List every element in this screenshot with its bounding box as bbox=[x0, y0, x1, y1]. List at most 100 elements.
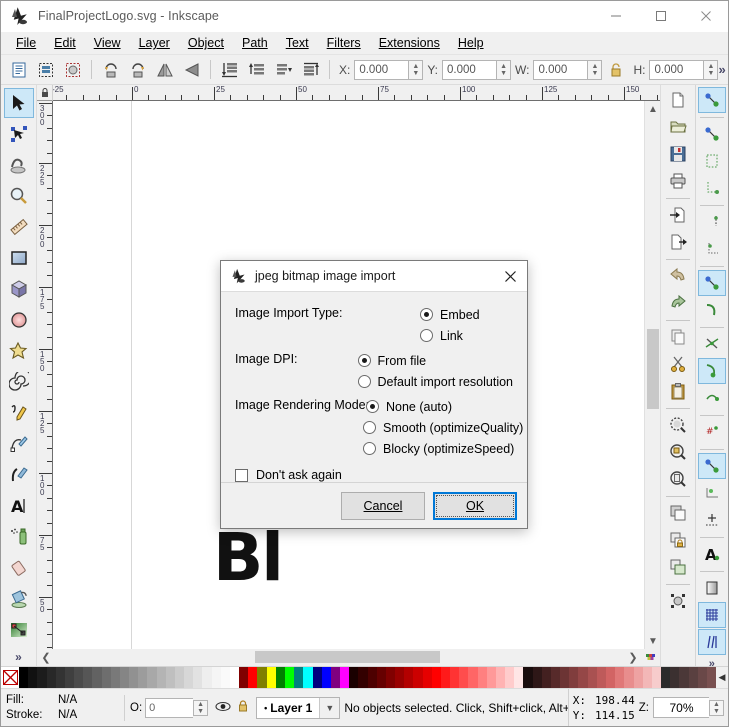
rotate-90-ccw-icon[interactable] bbox=[97, 57, 124, 83]
palette-swatch[interactable] bbox=[422, 667, 432, 688]
select-all-icon[interactable] bbox=[5, 57, 32, 83]
palette-swatch[interactable] bbox=[395, 667, 405, 688]
opacity-input[interactable] bbox=[145, 697, 194, 718]
palette-swatch[interactable] bbox=[532, 667, 542, 688]
open-document-button[interactable] bbox=[664, 114, 692, 140]
palette-swatch[interactable] bbox=[550, 667, 561, 688]
zoom-input[interactable] bbox=[653, 697, 709, 718]
palette-swatch[interactable] bbox=[220, 667, 230, 688]
paste-button[interactable] bbox=[664, 378, 692, 404]
object-properties-button[interactable] bbox=[664, 588, 692, 614]
palette-swatch[interactable] bbox=[706, 667, 716, 688]
menu-text[interactable]: Text bbox=[277, 34, 318, 52]
calligraphy-tool[interactable] bbox=[4, 460, 34, 490]
palette-swatch[interactable] bbox=[477, 667, 487, 688]
palette-swatch[interactable] bbox=[138, 667, 148, 688]
palette-swatch[interactable] bbox=[468, 667, 478, 688]
snap-bounding-box[interactable] bbox=[698, 121, 726, 147]
palette-swatch[interactable] bbox=[101, 667, 111, 688]
close-icon[interactable] bbox=[493, 261, 527, 292]
measure-tool[interactable] bbox=[4, 212, 34, 242]
menu-extensions[interactable]: Extensions bbox=[370, 34, 449, 52]
x-field[interactable]: ▲▼ bbox=[354, 59, 424, 80]
snap-rotation-center[interactable] bbox=[698, 507, 726, 533]
palette-swatch[interactable] bbox=[74, 667, 84, 688]
palette-swatch[interactable] bbox=[55, 667, 65, 688]
palette-scroll-arrow[interactable]: ◀ bbox=[716, 667, 728, 688]
toolbar-overflow-button[interactable]: » bbox=[718, 62, 729, 77]
h-input[interactable] bbox=[649, 59, 704, 80]
palette-swatch[interactable] bbox=[129, 667, 139, 688]
export-button[interactable] bbox=[664, 229, 692, 255]
redo-button[interactable] bbox=[664, 290, 692, 316]
palette-swatch[interactable] bbox=[486, 667, 496, 688]
dont-ask-again-checkbox[interactable]: Don't ask again bbox=[235, 468, 513, 482]
menu-file[interactable]: File bbox=[7, 34, 45, 52]
palette-swatch[interactable] bbox=[229, 667, 240, 688]
undo-button[interactable] bbox=[664, 263, 692, 289]
menu-edit[interactable]: Edit bbox=[45, 34, 85, 52]
palette-swatch[interactable] bbox=[413, 667, 423, 688]
palette-swatch[interactable] bbox=[147, 667, 157, 688]
scroll-right-arrow[interactable]: ❯ bbox=[624, 649, 642, 666]
palette-swatch[interactable] bbox=[596, 667, 606, 688]
palette-swatch[interactable] bbox=[92, 667, 102, 688]
vertical-scrollbar[interactable]: ▲ ▼ bbox=[644, 101, 660, 649]
menu-path[interactable]: Path bbox=[233, 34, 277, 52]
palette-swatch[interactable] bbox=[239, 667, 249, 688]
scroll-up-arrow[interactable]: ▲ bbox=[645, 101, 661, 117]
palette-swatch[interactable] bbox=[367, 667, 377, 688]
palette-swatch[interactable] bbox=[165, 667, 175, 688]
zoom-spinner[interactable]: ▲ ▼ bbox=[709, 699, 724, 716]
palette-swatch[interactable] bbox=[119, 667, 130, 688]
palette-swatch[interactable] bbox=[303, 667, 313, 688]
ungroup-button[interactable] bbox=[664, 554, 692, 580]
layer-lock-icon[interactable] bbox=[237, 699, 249, 716]
duplicate-button[interactable] bbox=[664, 500, 692, 526]
palette-swatch[interactable] bbox=[404, 667, 414, 688]
snap-path-intersection[interactable] bbox=[698, 331, 726, 357]
palette-swatch[interactable] bbox=[560, 667, 570, 688]
select-all-in-all-layers-icon[interactable] bbox=[32, 57, 59, 83]
snap-guide-toggle[interactable] bbox=[697, 629, 726, 655]
palette-swatch[interactable] bbox=[679, 667, 689, 688]
snap-nodes-toggle[interactable] bbox=[697, 270, 726, 296]
palette-swatch[interactable] bbox=[578, 667, 588, 688]
rectangle-tool[interactable] bbox=[4, 243, 34, 273]
paint-bucket-tool[interactable] bbox=[4, 584, 34, 614]
horizontal-scrollbar[interactable] bbox=[55, 649, 624, 666]
pencil-tool[interactable] bbox=[4, 398, 34, 428]
palette-swatch[interactable] bbox=[257, 667, 267, 688]
palette-swatch[interactable] bbox=[495, 667, 506, 688]
palette-none-swatch[interactable] bbox=[1, 667, 19, 688]
palette-swatch[interactable] bbox=[321, 667, 331, 688]
menu-layer[interactable]: Layer bbox=[130, 34, 179, 52]
palette-swatch[interactable] bbox=[688, 667, 698, 688]
tweak-tool[interactable] bbox=[4, 150, 34, 180]
h-spinner[interactable]: ▲ ▼ bbox=[703, 59, 719, 80]
palette-swatch[interactable] bbox=[642, 667, 652, 688]
radio-smooth[interactable]: Smooth (optimizeQuality) bbox=[363, 417, 523, 438]
palette-swatch[interactable] bbox=[670, 667, 680, 688]
palette-swatch[interactable] bbox=[606, 667, 616, 688]
palette-swatch[interactable] bbox=[587, 667, 597, 688]
lower-to-bottom-icon[interactable] bbox=[297, 57, 324, 83]
group-button[interactable] bbox=[664, 527, 692, 553]
palette-swatch[interactable] bbox=[459, 667, 469, 688]
snap-bbox-center[interactable] bbox=[698, 236, 726, 262]
palette-swatch[interactable] bbox=[624, 667, 634, 688]
palette-swatch[interactable] bbox=[266, 667, 276, 688]
toolbox-overflow-button[interactable]: » bbox=[15, 650, 22, 664]
lock-ratio-icon[interactable] bbox=[602, 57, 629, 83]
eraser-tool[interactable] bbox=[4, 553, 34, 583]
snap-enable-toggle[interactable] bbox=[697, 87, 726, 113]
snap-cusp-node[interactable] bbox=[697, 358, 726, 384]
radio-blocky[interactable]: Blocky (optimizeSpeed) bbox=[363, 438, 523, 459]
palette-swatch[interactable] bbox=[431, 667, 441, 688]
palette-swatch[interactable] bbox=[514, 667, 524, 688]
palette-swatch[interactable] bbox=[376, 667, 386, 688]
vertical-scroll-thumb[interactable] bbox=[647, 329, 659, 409]
palette-swatch[interactable] bbox=[440, 667, 451, 688]
copy-button[interactable] bbox=[664, 324, 692, 350]
flip-vertical-icon[interactable] bbox=[178, 57, 205, 83]
